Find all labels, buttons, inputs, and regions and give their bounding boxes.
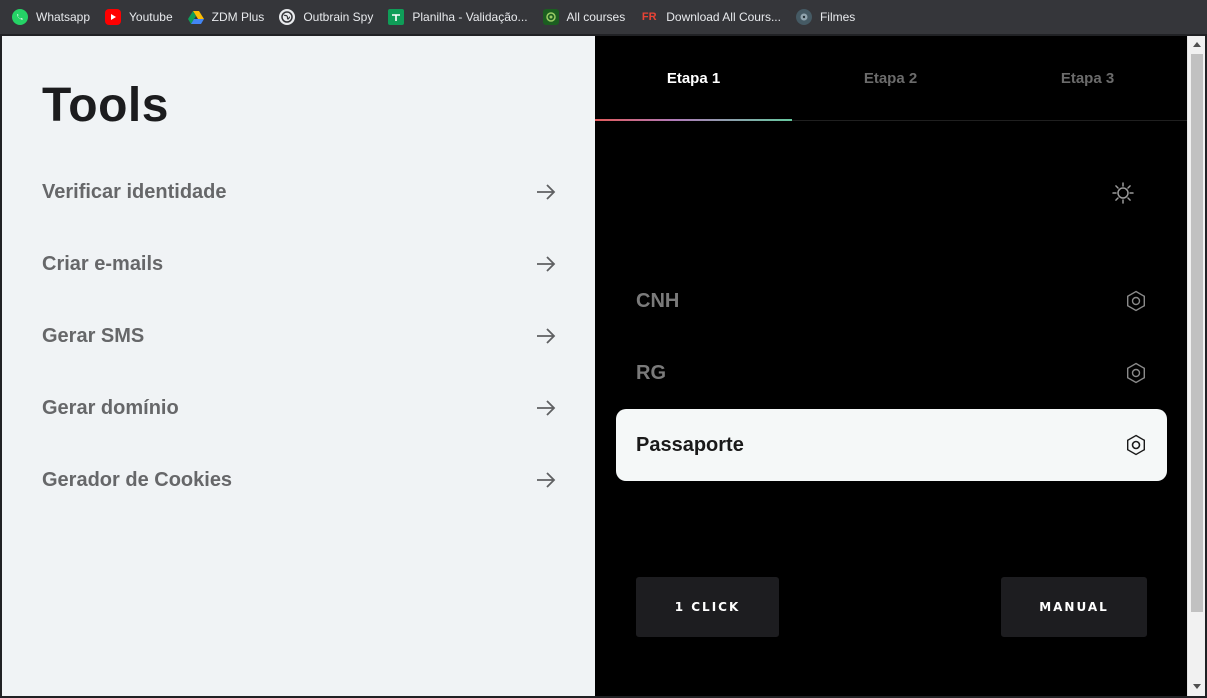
bookmark-label: Download All Cours... xyxy=(666,10,781,24)
document-label: CNH xyxy=(636,289,680,312)
bookmark-download-all-courses[interactable]: FR Download All Cours... xyxy=(640,9,781,25)
scrollbar-thumb[interactable] xyxy=(1191,54,1203,612)
bookmark-label: Outbrain Spy xyxy=(303,10,374,24)
radio-selected-icon xyxy=(1127,434,1145,456)
courses-icon xyxy=(542,9,559,25)
bookmark-label: Whatsapp xyxy=(36,10,91,24)
bookmark-label: Filmes xyxy=(819,10,856,24)
bookmarks-bar: Whatsapp Youtube ZDM Plus Outbrain Spy P… xyxy=(0,0,1207,35)
tool-item-label: Verificar identidade xyxy=(42,180,227,203)
document-option-rg[interactable]: RG xyxy=(616,337,1167,409)
tool-item-gerar-sms[interactable]: Gerar SMS xyxy=(42,316,557,356)
tab-etapa-2[interactable]: Etapa 2 xyxy=(792,36,989,120)
tool-item-label: Gerar SMS xyxy=(42,324,145,347)
globe-icon xyxy=(279,9,296,25)
tools-panel: Tools Verificar identidade Criar e-mails… xyxy=(2,36,595,696)
tool-item-gerar-dominio[interactable]: Gerar domínio xyxy=(42,388,557,428)
bookmark-whatsapp[interactable]: Whatsapp xyxy=(12,9,90,25)
bookmark-filmes[interactable]: Filmes xyxy=(795,9,856,25)
tool-item-verificar-identidade[interactable]: Verificar identidade xyxy=(42,172,557,212)
sheets-icon xyxy=(388,9,405,25)
arrow-right-icon xyxy=(537,400,556,416)
fr-icon: FR xyxy=(641,11,657,23)
radio-unselected-icon xyxy=(1127,362,1145,384)
bookmark-zdm-plus[interactable]: ZDM Plus xyxy=(187,9,265,25)
drive-icon xyxy=(187,9,204,25)
bookmark-label: Planilha - Validação... xyxy=(412,10,528,24)
one-click-button[interactable]: 1 CLICK xyxy=(636,577,779,637)
bookmark-planilha[interactable]: Planilha - Validação... xyxy=(388,9,528,25)
bookmark-label: All courses xyxy=(566,10,626,24)
scroll-up-arrow-icon[interactable] xyxy=(1188,36,1206,52)
bookmark-youtube[interactable]: Youtube xyxy=(105,9,173,25)
vertical-scrollbar[interactable] xyxy=(1187,36,1205,696)
tool-item-criar-emails[interactable]: Criar e-mails xyxy=(42,244,557,284)
bookmark-label: Youtube xyxy=(129,10,173,24)
tool-item-label: Criar e-mails xyxy=(42,252,164,275)
page-viewport: Tools Verificar identidade Criar e-mails… xyxy=(2,36,1187,696)
document-label: Passaporte xyxy=(636,433,744,456)
youtube-icon xyxy=(105,9,122,25)
tab-etapa-3[interactable]: Etapa 3 xyxy=(989,36,1186,120)
arrow-right-icon xyxy=(537,256,556,272)
manual-button[interactable]: MANUAL xyxy=(1001,577,1147,637)
document-label: RG xyxy=(636,361,666,384)
tab-etapa-1[interactable]: Etapa 1 xyxy=(595,36,792,121)
tool-item-gerador-de-cookies[interactable]: Gerador de Cookies xyxy=(42,460,557,500)
radio-unselected-icon xyxy=(1127,290,1145,312)
step-tabs: Etapa 1 Etapa 2 Etapa 3 xyxy=(595,36,1187,121)
arrow-right-icon xyxy=(537,472,556,488)
tool-item-label: Gerar domínio xyxy=(42,396,179,419)
sun-icon[interactable] xyxy=(1111,181,1135,205)
film-icon xyxy=(795,9,812,25)
document-option-cnh[interactable]: CNH xyxy=(616,265,1167,337)
arrow-right-icon xyxy=(537,328,556,344)
bookmark-outbrain-spy[interactable]: Outbrain Spy xyxy=(279,9,373,25)
whatsapp-icon xyxy=(12,9,28,25)
page-title: Tools xyxy=(42,79,169,132)
arrow-right-icon xyxy=(537,184,556,200)
bookmark-label: ZDM Plus xyxy=(211,10,265,24)
document-option-passaporte[interactable]: Passaporte xyxy=(616,409,1167,481)
tool-item-label: Gerador de Cookies xyxy=(42,468,233,491)
bookmark-all-courses[interactable]: All courses xyxy=(542,9,626,25)
scroll-down-arrow-icon[interactable] xyxy=(1188,679,1206,695)
verification-panel: Etapa 1 Etapa 2 Etapa 3 CNH RG Passaport… xyxy=(595,36,1187,696)
